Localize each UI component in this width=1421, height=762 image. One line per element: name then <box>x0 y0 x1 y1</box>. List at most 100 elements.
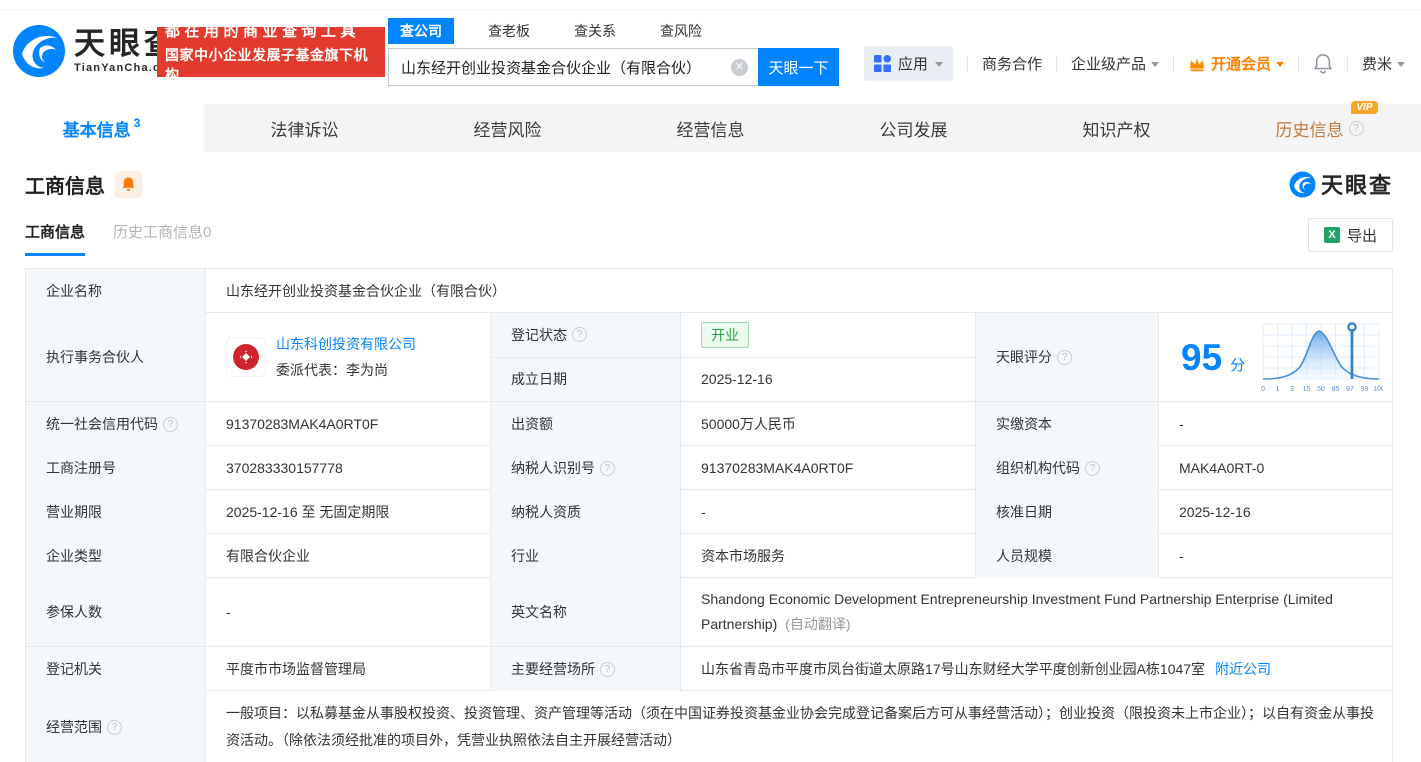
help-icon[interactable]: ? <box>1085 461 1100 476</box>
label-text: 主要经营场所 <box>511 659 595 679</box>
help-icon[interactable]: ? <box>1057 350 1072 365</box>
label-text: 纳税人识别号 <box>511 458 595 478</box>
watermark-logo: 天眼查 <box>1289 168 1393 200</box>
search-button[interactable]: 天眼一下 <box>758 48 839 86</box>
search-tab-boss[interactable]: 查老板 <box>478 18 540 44</box>
svg-text:15: 15 <box>1303 386 1311 393</box>
tab-operation-risk[interactable]: 经营风险 <box>406 104 609 152</box>
company-emblem-icon <box>230 341 262 373</box>
bell-icon <box>121 176 136 192</box>
business-info-table: 企业名称 山东经开创业投资基金合伙企业（有限合伙） 执行事务合伙人 山东科创投资… <box>25 268 1393 762</box>
search-box: ✕ <box>388 48 758 86</box>
insured-count-value: - <box>206 578 491 646</box>
field-label: 纳税人识别号 ? <box>491 446 681 490</box>
chevron-down-icon <box>935 62 943 67</box>
approval-date-value: 2025-12-16 <box>1159 490 1392 534</box>
table-row: 参保人数 - 英文名称 Shandong Economic Developmen… <box>26 578 1392 647</box>
chevron-down-icon <box>1276 62 1284 67</box>
tab-label: 基本信息 <box>63 116 131 141</box>
help-icon[interactable]: ? <box>163 417 178 432</box>
business-scope-value: 一般项目：以私募基金从事股权投资、投资管理、资产管理等活动（须在中国证券投资基金… <box>206 691 1392 762</box>
subscribe-bell-chip[interactable] <box>115 171 142 198</box>
subtab-history-business-info[interactable]: 历史工商信息0 <box>113 221 211 256</box>
search-block: 查公司 查老板 查关系 查风险 ✕ 天眼一下 <box>388 18 840 86</box>
tab-operation-info[interactable]: 经营信息 <box>609 104 812 152</box>
chevron-down-icon <box>1397 62 1405 67</box>
establish-date-value: 2025-12-16 <box>681 358 976 402</box>
vip-badge: VIP <box>1351 101 1377 114</box>
table-row: 经营范围 ? 一般项目：以私募基金从事股权投资、投资管理、资产管理等活动（须在中… <box>26 691 1392 762</box>
notification-bell-icon[interactable] <box>1313 53 1333 74</box>
help-icon[interactable]: ? <box>107 720 122 735</box>
chevron-down-icon <box>1151 62 1159 67</box>
export-button[interactable]: X 导出 <box>1308 218 1393 252</box>
score-cell: 95 分 <box>1159 313 1392 401</box>
menu-enterprise-products[interactable]: 企业级产品 <box>1071 53 1159 74</box>
help-icon[interactable]: ? <box>1349 121 1364 136</box>
status-date-column: 登记状态 ? 开业 成立日期 2025-12-16 <box>491 313 976 401</box>
table-row: 工商注册号 370283330157778 纳税人识别号 ? 91370283M… <box>26 446 1392 490</box>
tab-label: 法律诉讼 <box>271 116 339 141</box>
help-icon[interactable]: ? <box>600 662 615 677</box>
search-tab-relation[interactable]: 查关系 <box>564 18 626 44</box>
score-marker-pin <box>1349 323 1356 330</box>
tianyancha-logo-icon <box>1289 171 1316 198</box>
enterprise-label: 企业级产品 <box>1071 53 1146 74</box>
page-top-divider <box>0 0 1421 10</box>
tab-history-info[interactable]: 历史信息 VIP ? <box>1218 104 1421 152</box>
address-value: 山东省青岛市平度市凤台街道太原路17号山东财经大学平度创新创业园A栋1047室 <box>701 659 1205 679</box>
table-row: 执行事务合伙人 山东科创投资有限公司 委派代表：李为尚 登记状态 ? <box>26 313 1392 402</box>
tab-company-development[interactable]: 公司发展 <box>812 104 1015 152</box>
help-icon[interactable]: ? <box>572 327 587 342</box>
help-icon[interactable]: ? <box>600 461 615 476</box>
svg-text:100: 100 <box>1373 386 1383 393</box>
search-tab-company[interactable]: 查公司 <box>388 18 454 44</box>
field-label: 成立日期 <box>491 358 681 402</box>
clear-search-icon[interactable]: ✕ <box>731 59 748 76</box>
field-label: 实缴资本 <box>976 402 1159 446</box>
field-label: 出资额 <box>491 402 681 446</box>
svg-text:0: 0 <box>1261 386 1265 393</box>
user-menu[interactable]: 费米 <box>1362 53 1405 74</box>
section-title: 工商信息 <box>25 170 105 199</box>
menu-cooperation[interactable]: 商务合作 <box>982 53 1042 74</box>
svg-text:97: 97 <box>1346 386 1354 393</box>
svg-text:3: 3 <box>1290 386 1294 393</box>
tab-label: 经营风险 <box>474 116 542 141</box>
apps-menu[interactable]: 应用 <box>864 46 953 81</box>
score-unit: 分 <box>1230 354 1245 375</box>
business-term-value: 2025-12-16 至 无固定期限 <box>206 490 491 534</box>
tab-count-badge: 3 <box>134 116 141 130</box>
tab-legal-litigation[interactable]: 法律诉讼 <box>203 104 406 152</box>
menu-open-vip[interactable]: 开通会员 <box>1188 53 1284 74</box>
staff-size-value: - <box>1159 534 1392 578</box>
subtab-business-info[interactable]: 工商信息 <box>25 221 85 256</box>
search-input[interactable] <box>389 49 758 85</box>
reg-status-cell: 开业 <box>681 313 976 357</box>
tab-basic-info[interactable]: 基本信息 3 <box>0 104 203 152</box>
field-label: 工商注册号 <box>26 446 206 490</box>
field-label: 主要经营场所 ? <box>491 647 681 691</box>
search-tab-risk[interactable]: 查风险 <box>650 18 712 44</box>
chart-x-axis-labels: 0 1 3 15 50 85 97 99 100 <box>1261 386 1383 393</box>
nearby-companies-link[interactable]: 附近公司 <box>1215 659 1271 679</box>
tianyancha-logo[interactable]: 天眼查 TianYanCha.com <box>12 24 179 78</box>
field-label: 组织机构代码 ? <box>976 446 1159 490</box>
field-label: 纳税人资质 <box>491 490 681 534</box>
score-value: 95 <box>1181 339 1222 376</box>
username: 费米 <box>1362 53 1392 74</box>
field-label: 人员规模 <box>976 534 1159 578</box>
field-label: 行业 <box>491 534 681 578</box>
industry-value: 资本市场服务 <box>681 534 976 578</box>
tab-intellectual-property[interactable]: 知识产权 <box>1015 104 1218 152</box>
credit-code-value: 91370283MAK4A0RT0F <box>206 402 491 446</box>
field-label: 企业类型 <box>26 534 206 578</box>
divider <box>967 57 968 71</box>
tab-label: 公司发展 <box>880 116 948 141</box>
partner-company-logo[interactable] <box>226 337 266 377</box>
partner-company-link[interactable]: 山东科创投资有限公司 <box>276 334 416 354</box>
site-header: 天眼查 TianYanCha.com 都在用的商业查询工具 国家中小企业发展子基… <box>0 10 1421 94</box>
table-row: 企业类型 有限合伙企业 行业 资本市场服务 人员规模 - <box>26 534 1392 578</box>
excel-icon: X <box>1324 227 1340 243</box>
field-label: 天眼评分 ? <box>976 313 1159 401</box>
